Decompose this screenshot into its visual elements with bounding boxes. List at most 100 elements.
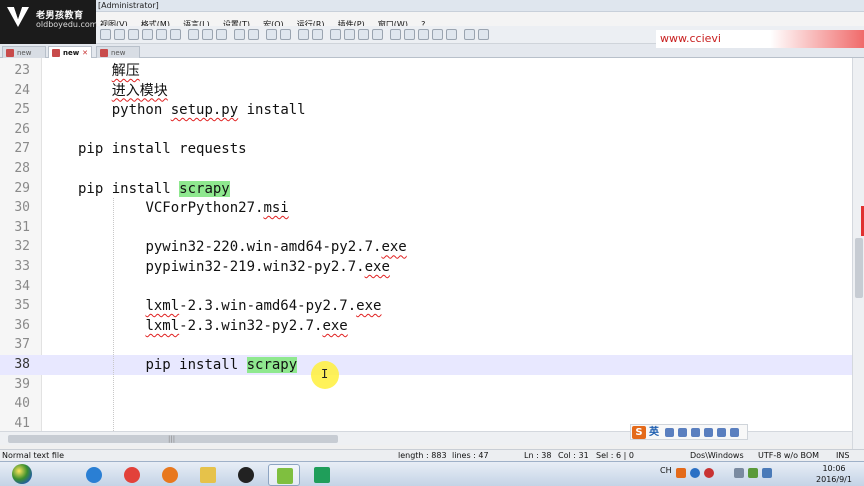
tab-label: new (17, 49, 32, 57)
tray-record-icon[interactable] (704, 468, 714, 478)
editor-line[interactable]: 36 lxml-2.3.win32-py2.7.exe (0, 316, 852, 336)
ime-keyboard-icon[interactable] (691, 428, 700, 437)
tray-monitor-icon[interactable] (748, 468, 758, 478)
code-token: msi (263, 200, 289, 217)
editor-line[interactable]: 39 (0, 375, 852, 395)
editor-line[interactable]: 32 pywin32-220.win-amd64-py2.7.exe (0, 237, 852, 257)
new-file-icon[interactable] (100, 29, 111, 40)
editor-line[interactable]: 23 解压 (0, 61, 852, 81)
taskbar-app-pycharm[interactable] (306, 464, 338, 486)
editor-line[interactable]: 30 VCForPython27.msi (0, 198, 852, 218)
text-editor[interactable]: 23 解压 24 进入模块 25 python setup.py install 26 27 p… (0, 58, 852, 431)
taskbar-app-notepad-plus-plus[interactable] (268, 464, 300, 486)
line-number: 25 (14, 102, 30, 118)
paste-icon[interactable] (216, 29, 227, 40)
zoom-out-icon[interactable] (312, 29, 323, 40)
word-wrap-icon[interactable] (344, 29, 355, 40)
editor-line[interactable]: 29 pip install scrapy (0, 179, 852, 199)
ime-punct-icon[interactable] (678, 428, 687, 437)
editor-line[interactable]: 40 (0, 394, 852, 414)
line-number: 30 (14, 200, 30, 216)
line-number: 38 (14, 357, 30, 372)
play-macro-icon[interactable] (418, 29, 429, 40)
editor-line[interactable]: 26 (0, 120, 852, 140)
spell-check-icon[interactable] (464, 29, 475, 40)
tab-new-1[interactable]: new (2, 46, 46, 58)
taskbar-app-chrome[interactable] (116, 464, 148, 486)
replace-icon[interactable] (280, 29, 291, 40)
indent-guide (113, 198, 114, 431)
code-token: python (111, 102, 171, 119)
editor-line[interactable]: 28 (0, 159, 852, 179)
logo-domain: oldboyedu.com (36, 20, 98, 29)
ime-moon-icon[interactable] (665, 428, 674, 437)
line-code: 进入模块 (112, 81, 168, 101)
save-macro-icon[interactable] (446, 29, 457, 40)
ime-skin-icon[interactable] (717, 428, 726, 437)
tab-new-2[interactable]: new ✕ (48, 46, 92, 58)
editor-line[interactable]: 25 python setup.py install (0, 100, 852, 120)
line-number: 24 (14, 82, 30, 98)
find-icon[interactable] (266, 29, 277, 40)
editor-line[interactable]: 24 进入模块 (0, 81, 852, 101)
taskbar-app-explorer[interactable] (192, 464, 224, 486)
code-token: exe (356, 298, 382, 315)
vertical-scrollbar[interactable] (852, 58, 864, 450)
tray-volume-icon[interactable] (762, 468, 772, 478)
redo-icon[interactable] (248, 29, 259, 40)
zoom-in-icon[interactable] (298, 29, 309, 40)
record-macro-icon[interactable] (390, 29, 401, 40)
save-icon[interactable] (128, 29, 139, 40)
sync-scroll-icon[interactable] (330, 29, 341, 40)
clock-time: 10:06 (822, 464, 846, 473)
status-bar: Normal text file length : 883 lines : 47… (0, 449, 864, 461)
sogou-logo-icon[interactable]: S (632, 426, 646, 439)
editor-line[interactable]: 31 (0, 218, 852, 238)
code-token: lxml (145, 298, 180, 315)
plugin-icon[interactable] (478, 29, 489, 40)
run-macro-multiple-icon[interactable] (432, 29, 443, 40)
file-icon (100, 49, 108, 57)
line-number: 32 (14, 239, 30, 255)
save-all-icon[interactable] (142, 29, 153, 40)
cut-icon[interactable] (188, 29, 199, 40)
start-button[interactable] (2, 462, 42, 486)
watermark-text: www.ccievi (660, 32, 721, 45)
file-icon (52, 49, 60, 57)
highlighted-token: scrapy (179, 180, 230, 197)
close-icon[interactable] (156, 29, 167, 40)
print-icon[interactable] (170, 29, 181, 40)
indent-guide-icon[interactable] (372, 29, 383, 40)
code-token: setup.py (170, 102, 239, 119)
tray-network-icon[interactable] (690, 468, 700, 478)
copy-icon[interactable] (202, 29, 213, 40)
ime-tools-icon[interactable] (730, 428, 739, 437)
show-all-chars-icon[interactable] (358, 29, 369, 40)
open-file-icon[interactable] (114, 29, 125, 40)
vertical-scroll-thumb[interactable] (855, 238, 863, 298)
taskbar-app-qq[interactable] (230, 464, 262, 486)
editor-line[interactable]: 37 (0, 335, 852, 355)
code-token: exe (364, 259, 390, 275)
ime-language[interactable]: 英 (649, 426, 659, 439)
editor-line[interactable]: 38 pip install scrapy (0, 355, 852, 375)
line-code: lxml-2.3.win-amd64-py2.7.exe (145, 296, 381, 316)
undo-icon[interactable] (234, 29, 245, 40)
editor-line[interactable]: 27 pip install requests (0, 139, 852, 159)
tray-sogou-icon[interactable] (676, 468, 686, 478)
system-clock[interactable]: 10:06 2016/9/1 (812, 463, 856, 485)
logo-mark-icon (7, 7, 29, 27)
editor-line[interactable]: 35 lxml-2.3.win-amd64-py2.7.exe (0, 296, 852, 316)
horizontal-scroll-thumb[interactable]: ||| (8, 435, 338, 443)
ime-user-icon[interactable] (704, 428, 713, 437)
line-code: 解压 (112, 61, 140, 81)
tab-new-3[interactable]: new (96, 46, 140, 58)
taskbar-app-ie[interactable] (78, 464, 110, 486)
line-code: pip install scrapy (78, 179, 230, 199)
editor-line[interactable]: 33 pypiwin32-219.win32-py2.7.exe (0, 257, 852, 277)
taskbar-app-firefox[interactable] (154, 464, 186, 486)
tray-language[interactable]: CH (660, 466, 672, 475)
editor-line[interactable]: 34 (0, 277, 852, 297)
tray-flag-icon[interactable] (734, 468, 744, 478)
stop-macro-icon[interactable] (404, 29, 415, 40)
